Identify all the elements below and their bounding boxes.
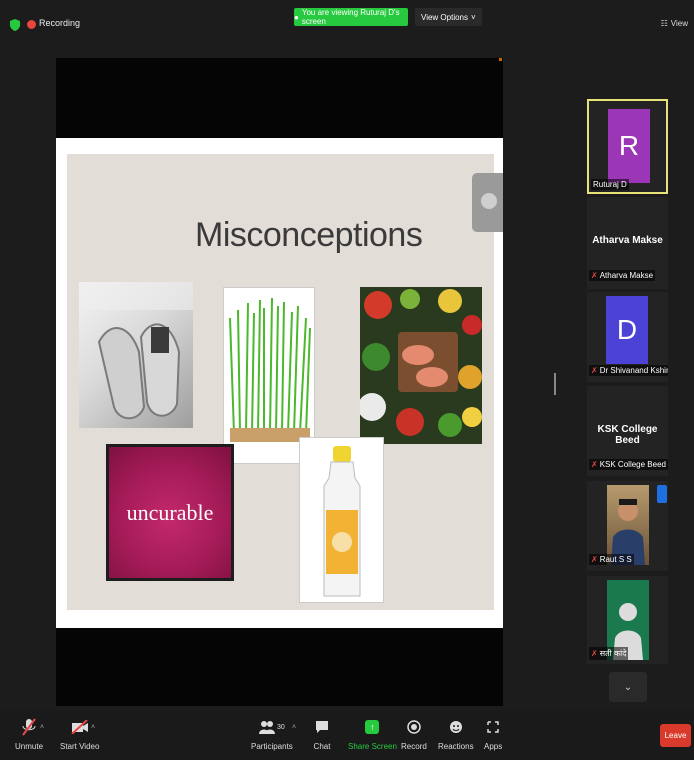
scroll-down-button[interactable]: ⌄ <box>609 672 647 702</box>
zoom-meeting-window: Recording ● You are viewing Ruturaj D's … <box>0 0 694 760</box>
chevron-down-icon: ⌄ <box>623 681 633 693</box>
security-shield-icon[interactable] <box>10 19 20 31</box>
participant-name-label: ✗ Atharva Makse <box>589 270 656 281</box>
participant-display-name: Atharva Makse <box>592 235 663 246</box>
start-video-button[interactable]: Start Video <box>60 718 99 751</box>
recording-indicator-icon <box>27 20 36 29</box>
record-button[interactable]: Record <box>401 718 427 751</box>
participants-options-caret-icon[interactable]: ˄ <box>292 724 296 731</box>
participant-name: सती कांदे <box>599 649 627 658</box>
share-arrow-icon: ↑ <box>365 720 380 734</box>
participant-tile-shivanand[interactable]: D ✗Dr Shivanand Kshirsa... <box>587 292 668 382</box>
muted-mic-icon: ✗ <box>591 555 598 564</box>
participants-button[interactable]: 30 Participants <box>251 718 293 751</box>
apps-icon <box>484 718 502 736</box>
top-bar: Recording ● You are viewing Ruturaj D's … <box>0 0 694 44</box>
leave-button[interactable]: Leave <box>660 724 691 747</box>
slide-title: Misconceptions <box>195 216 423 254</box>
avatar: D <box>606 296 648 364</box>
muted-mic-icon: ✗ <box>591 271 598 280</box>
panel-resize-handle[interactable] <box>554 373 556 395</box>
view-button[interactable]: ☷ View <box>661 19 688 28</box>
unmute-button[interactable]: Unmute <box>15 718 43 751</box>
recording-label: Recording <box>39 18 81 28</box>
apps-label: Apps <box>484 742 503 751</box>
speaker-icon: ● <box>294 12 299 22</box>
participants-count: 30 <box>276 723 285 731</box>
record-icon <box>405 718 423 736</box>
chat-label: Chat <box>313 742 331 751</box>
unmute-label: Unmute <box>15 742 44 751</box>
muted-mic-icon: ✗ <box>591 460 598 469</box>
participant-tile-raut[interactable]: ✗ Raut S S <box>587 481 668 571</box>
view-options-label: View Options <box>421 12 468 22</box>
chat-icon <box>313 718 331 736</box>
apps-button[interactable]: Apps <box>484 718 502 751</box>
participant-tile-sati[interactable]: ✗ सती कांदे <box>587 576 668 664</box>
participant-name: Raut S S <box>599 555 632 564</box>
participant-name: Dr Shivanand Kshirsa... <box>599 366 668 375</box>
participant-name-label: ✗Dr Shivanand Kshirsa... <box>589 365 668 376</box>
muted-mic-icon: ✗ <box>591 366 598 375</box>
reactions-label: Reactions <box>438 742 474 751</box>
reactions-icon <box>447 718 465 736</box>
start-video-label: Start Video <box>60 742 100 751</box>
grid-icon: ☷ <box>660 19 668 28</box>
share-screen-button[interactable]: ↑ Share Screen <box>348 718 397 751</box>
video-options-caret-icon[interactable]: ˄ <box>91 724 95 731</box>
uncurable-box: uncurable <box>106 444 234 581</box>
uncurable-text: uncurable <box>126 499 214 525</box>
chat-button[interactable]: Chat <box>313 718 331 751</box>
participant-name: KSK College Beed <box>599 460 666 469</box>
audio-options-caret-icon[interactable]: ˄ <box>40 724 44 731</box>
slide-toggle-handle[interactable] <box>472 173 503 232</box>
participant-name-label: ✗ सती कांदे <box>589 647 629 660</box>
avatar: R <box>608 109 650 183</box>
participants-label: Participants <box>251 742 293 751</box>
viewing-label: You are viewing Ruturaj D's screen <box>301 8 400 26</box>
meeting-toolbar <box>0 710 694 760</box>
muted-mic-icon: ✗ <box>591 649 598 658</box>
share-screen-icon: ↑ <box>363 718 381 736</box>
muted-mic-icon <box>20 718 38 736</box>
screen-indicator-dot <box>499 58 502 61</box>
record-label: Record <box>401 742 427 751</box>
chevron-down-icon: ˅ <box>471 12 476 22</box>
participant-tile-atharva[interactable]: Atharva Makse ✗ Atharva Makse <box>587 197 668 289</box>
participants-icon: 30 <box>255 718 289 736</box>
feet-image <box>79 282 193 428</box>
participant-name-label: ✗ Raut S S <box>589 554 634 565</box>
participant-tile-ksk[interactable]: KSK College Beed ✗ KSK College Beed <box>587 386 668 476</box>
viewing-screen-banner: ● You are viewing Ruturaj D's screen <box>294 8 408 26</box>
video-off-icon <box>71 718 89 736</box>
participant-name-label: ✗ KSK College Beed <box>589 459 668 470</box>
participant-name: Ruturaj D <box>591 179 629 190</box>
share-screen-label: Share Screen <box>348 742 397 751</box>
video-thumbnail <box>607 485 649 565</box>
participant-tile-ruturaj[interactable]: R Ruturaj D <box>587 99 668 194</box>
participant-display-name: KSK College Beed <box>597 424 658 446</box>
bottle-image <box>299 437 384 603</box>
more-options-button[interactable] <box>657 485 667 503</box>
reactions-button[interactable]: Reactions <box>438 718 474 751</box>
vegetables-image <box>360 287 482 444</box>
view-options-button[interactable]: View Options ˅ <box>415 8 482 26</box>
participant-name: Atharva Makse <box>599 271 654 280</box>
view-label: View <box>670 19 688 28</box>
